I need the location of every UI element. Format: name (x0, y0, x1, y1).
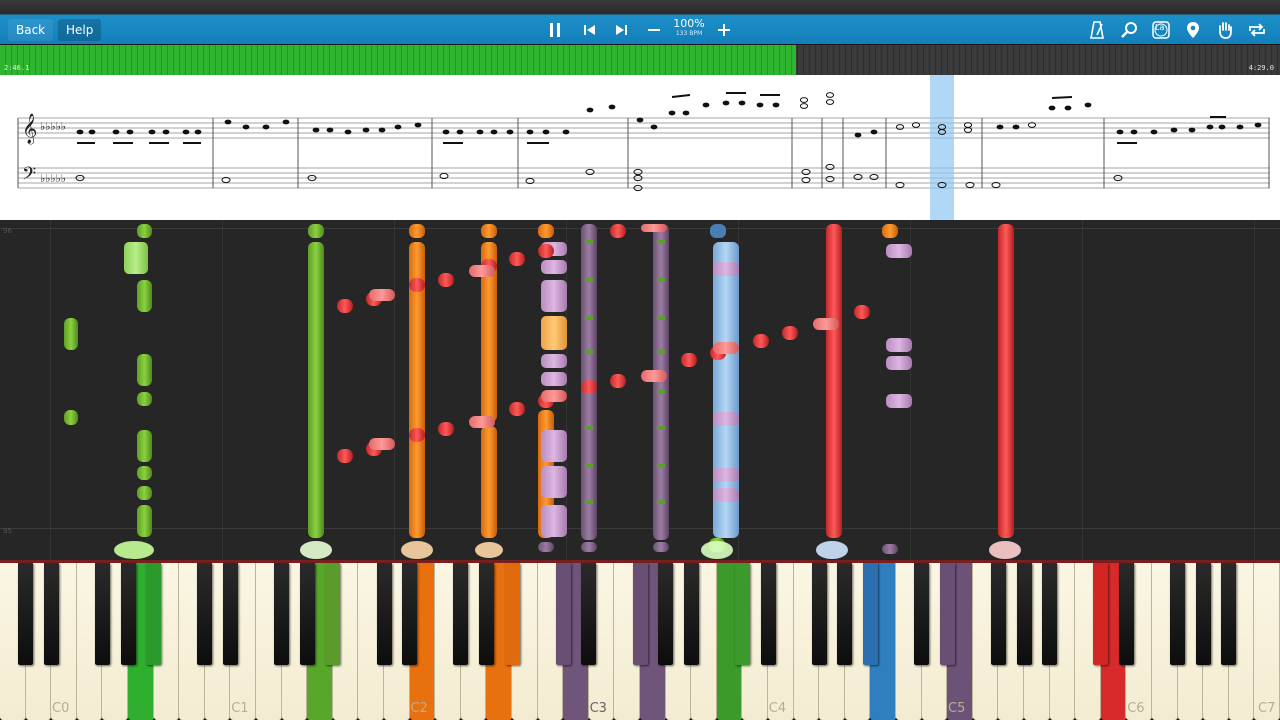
svg-text:♭♭♭♭♭: ♭♭♭♭♭ (40, 120, 66, 133)
skip-back-icon (584, 25, 595, 35)
tempo-bpm: 133 BPM (675, 30, 703, 37)
black-key[interactable] (274, 563, 290, 665)
pause-button[interactable] (542, 18, 568, 42)
sheet-music-staff: 𝄞 𝄢 ♭♭♭♭♭ ♭♭♭♭♭ (17, 75, 1270, 220)
black-key[interactable] (146, 563, 162, 665)
skip-forward-icon (616, 25, 627, 35)
plus-icon (718, 24, 730, 36)
black-key[interactable] (504, 563, 520, 665)
black-key[interactable] (402, 563, 418, 665)
sheet-music[interactable]: 𝄞 𝄢 ♭♭♭♭♭ ♭♭♭♭♭ (0, 75, 1280, 220)
black-key[interactable] (760, 563, 776, 665)
playback-toolbar: Back Help 100% 133 BPM La (0, 0, 1280, 44)
black-key[interactable] (325, 563, 341, 665)
black-key[interactable] (1093, 563, 1109, 665)
map-pin-icon (1187, 22, 1199, 38)
black-key[interactable] (581, 563, 597, 665)
black-key[interactable] (939, 563, 955, 665)
svg-text:♭♭♭♭♭: ♭♭♭♭♭ (40, 172, 66, 185)
black-key[interactable] (1221, 563, 1237, 665)
octave-label: C7 (1258, 701, 1276, 716)
black-key[interactable] (658, 563, 674, 665)
speed-percent: 100% (673, 17, 705, 30)
falling-notes-area[interactable]: 96 95 (0, 220, 1280, 560)
black-key[interactable] (222, 563, 238, 665)
black-key[interactable] (376, 563, 392, 665)
octave-label: C4 (768, 701, 787, 716)
speed-readout: 100% 133 BPM (666, 17, 712, 38)
black-key[interactable] (990, 563, 1006, 665)
svg-text:𝄢: 𝄢 (22, 164, 36, 189)
black-key[interactable] (1118, 563, 1134, 665)
black-key[interactable] (120, 563, 136, 665)
pause-icon (550, 23, 560, 37)
sheet-playhead (930, 75, 954, 220)
total-time: 4:29.0 (1248, 64, 1274, 72)
black-key[interactable] (1170, 563, 1186, 665)
speed-down-button[interactable] (641, 18, 667, 42)
black-key[interactable] (734, 563, 750, 665)
hands-button[interactable] (1212, 18, 1238, 42)
marker-button[interactable] (1180, 18, 1206, 42)
black-key[interactable] (478, 563, 494, 665)
black-key[interactable] (1042, 563, 1058, 665)
black-key[interactable] (837, 563, 853, 665)
black-key[interactable] (632, 563, 648, 665)
black-key[interactable] (94, 563, 110, 665)
loop-icon (1249, 23, 1265, 37)
black-key[interactable] (299, 563, 315, 665)
black-key[interactable] (862, 563, 878, 665)
minus-icon (648, 29, 660, 31)
black-key[interactable] (811, 563, 827, 665)
octave-label: C2 (410, 701, 428, 716)
zoom-button[interactable] (1116, 18, 1142, 42)
black-key[interactable] (197, 563, 213, 665)
metronome-button[interactable] (1084, 18, 1110, 42)
octave-label: C6 (1127, 701, 1145, 716)
octave-label: C0 (52, 701, 70, 716)
octave-label: C3 (589, 701, 607, 716)
octave-label: C5 (948, 701, 966, 716)
back-button[interactable]: Back (8, 19, 54, 41)
skip-back-button[interactable] (577, 18, 603, 42)
hand-icon (1219, 22, 1232, 39)
skip-forward-button[interactable] (608, 18, 634, 42)
black-key[interactable] (453, 563, 469, 665)
black-key[interactable] (555, 563, 571, 665)
note-bars (64, 224, 1021, 559)
white-key[interactable] (1254, 563, 1280, 720)
metronome-icon (1090, 21, 1104, 39)
black-key[interactable] (43, 563, 59, 665)
svg-text:𝄞: 𝄞 (22, 113, 37, 145)
help-button[interactable]: Help (58, 19, 102, 41)
loop-button[interactable] (1244, 18, 1270, 42)
search-icon (1121, 22, 1137, 38)
black-key[interactable] (683, 563, 699, 665)
progress-fill (0, 45, 797, 75)
song-progress-bar[interactable]: 2:46.1 4:29.0 (0, 44, 1280, 75)
black-key[interactable] (914, 563, 930, 665)
speed-up-button[interactable] (711, 18, 737, 42)
black-key[interactable] (18, 563, 34, 665)
note-labels-button[interactable]: La (1148, 18, 1174, 42)
octave-label: C1 (231, 701, 249, 716)
black-key[interactable] (1016, 563, 1032, 665)
piano-keyboard[interactable]: C0 C1 C2 C3 C4 C5 C6 C7 (0, 560, 1280, 720)
black-key[interactable] (1195, 563, 1211, 665)
note-label-text: La (1155, 23, 1165, 32)
elapsed-time: 2:46.1 (4, 64, 30, 72)
